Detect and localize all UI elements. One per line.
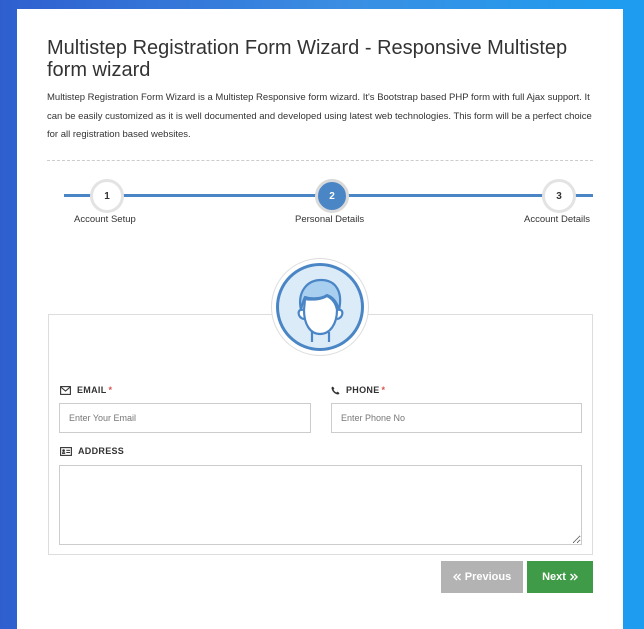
phone-input[interactable]	[331, 403, 582, 433]
divider	[47, 160, 593, 161]
step-2-number: 2	[329, 190, 335, 202]
email-required-mark: *	[108, 385, 113, 395]
double-chevron-right-icon	[569, 573, 578, 581]
email-input[interactable]	[59, 403, 311, 433]
next-button[interactable]: Next	[527, 561, 593, 593]
phone-label: PHONE *	[331, 385, 385, 395]
step-1-number: 1	[104, 190, 110, 202]
next-button-label: Next	[542, 571, 566, 583]
step-2-circle[interactable]: 2	[315, 179, 349, 213]
id-card-icon	[60, 446, 72, 456]
phone-required-mark: *	[381, 385, 386, 395]
user-face-icon	[276, 263, 364, 351]
page-title: Multistep Registration Form Wizard - Res…	[47, 37, 568, 81]
step-2-label: Personal Details	[295, 214, 365, 225]
address-label-text: ADDRESS	[78, 446, 125, 456]
email-label-text: EMAIL	[77, 385, 107, 395]
step-3-circle[interactable]: 3	[542, 179, 576, 213]
previous-button[interactable]: Previous	[441, 561, 523, 593]
page-description: Multistep Registration Form Wizard is a …	[47, 92, 592, 140]
phone-label-text: PHONE	[346, 385, 380, 395]
phone-icon	[331, 385, 340, 395]
envelope-icon	[60, 385, 71, 395]
step-3-label: Account Details	[524, 214, 591, 225]
avatar	[271, 258, 369, 356]
address-textarea[interactable]	[59, 465, 582, 545]
step-1-label: Account Setup	[74, 214, 136, 225]
double-chevron-left-icon	[452, 573, 461, 581]
previous-button-label: Previous	[464, 571, 512, 583]
step-3-number: 3	[556, 190, 562, 202]
address-label: ADDRESS	[60, 446, 124, 456]
form-card: Multistep Registration Form Wizard - Res…	[17, 9, 623, 629]
step-1-circle[interactable]: 1	[90, 179, 124, 213]
email-label: EMAIL *	[60, 385, 112, 395]
